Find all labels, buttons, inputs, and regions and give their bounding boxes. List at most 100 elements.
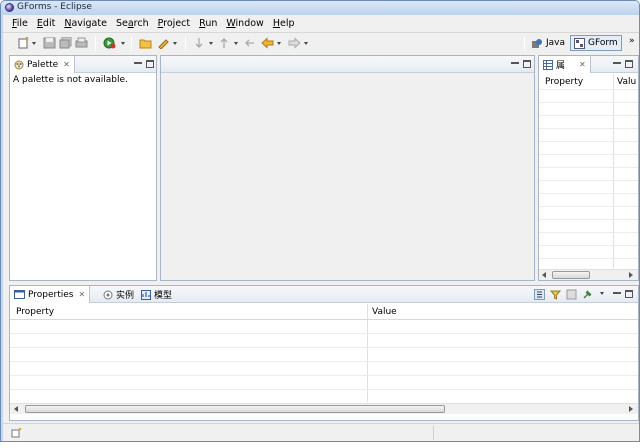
editor-area-header — [161, 56, 534, 73]
horizontal-scrollbar[interactable] — [10, 403, 638, 414]
menu-mnemonic: H — [272, 17, 280, 29]
scroll-left-icon[interactable] — [14, 406, 18, 412]
chevron-down-icon[interactable] — [32, 42, 36, 45]
editor-area — [160, 55, 535, 281]
restore-default-icon[interactable] — [566, 289, 577, 300]
print-icon[interactable] — [75, 37, 88, 49]
pencil-icon[interactable] — [157, 37, 170, 49]
row-divider — [10, 375, 638, 376]
filter-icon[interactable] — [550, 289, 561, 300]
horizontal-scrollbar[interactable] — [539, 269, 638, 280]
status-icon[interactable] — [11, 428, 22, 438]
previous-annotation-icon[interactable] — [218, 37, 231, 49]
open-folder-icon[interactable] — [139, 37, 152, 49]
chevron-down-icon[interactable] — [234, 42, 238, 45]
menu-navigate[interactable]: Navigate — [64, 18, 107, 29]
toolbar-separator — [185, 36, 186, 51]
row-divider — [539, 245, 638, 246]
row-divider — [10, 361, 638, 362]
menu-bar: File Edit Navigate Search Project Run Wi… — [3, 15, 639, 31]
menu-project[interactable]: Project — [158, 18, 191, 29]
toolbar-separator — [524, 36, 525, 51]
save-icon[interactable] — [43, 37, 56, 49]
maximize-icon[interactable] — [146, 60, 154, 68]
workbench: File Edit Navigate Search Project Run Wi… — [3, 15, 639, 441]
back-icon[interactable] — [261, 37, 274, 49]
menu-label: indow — [235, 17, 264, 29]
forward-icon[interactable] — [288, 37, 301, 49]
next-annotation-icon[interactable] — [193, 37, 206, 49]
menu-search[interactable]: Search — [116, 18, 149, 29]
palette-message: A palette is not available. — [13, 75, 128, 85]
perspective-gforms[interactable]: GForm — [570, 35, 622, 51]
toolbar-separator — [131, 36, 132, 51]
scroll-right-icon[interactable] — [629, 406, 633, 412]
row-divider — [539, 193, 638, 194]
tab-model[interactable]: 模型 — [137, 286, 176, 303]
tab-instance[interactable]: 实例 — [99, 286, 138, 303]
column-header-value[interactable]: Value — [372, 307, 397, 317]
menu-run[interactable]: Run — [199, 18, 217, 29]
close-icon[interactable]: ✕ — [78, 290, 85, 299]
more-perspectives-button[interactable]: » — [629, 36, 635, 46]
row-divider — [539, 258, 638, 259]
close-icon[interactable]: ✕ — [579, 60, 586, 69]
row-divider — [539, 102, 638, 103]
minimize-icon[interactable] — [511, 59, 519, 64]
menu-help[interactable]: Help — [273, 18, 295, 29]
tab-instance-label: 实例 — [116, 291, 135, 301]
menu-label: dit — [42, 17, 56, 29]
menu-edit[interactable]: Edit — [37, 18, 55, 29]
view-menu-icon[interactable] — [600, 292, 604, 295]
chevron-down-icon[interactable] — [277, 42, 281, 45]
properties-view-header: Properties ✕ 实例 模型 — [10, 286, 638, 303]
run-icon[interactable] — [103, 37, 116, 49]
save-all-icon[interactable] — [59, 37, 72, 49]
row-divider — [10, 347, 638, 348]
tab-model-label: 模型 — [154, 291, 173, 301]
minimize-icon[interactable] — [134, 59, 142, 64]
pin-icon[interactable] — [582, 289, 593, 300]
properties-view-icon — [14, 290, 25, 299]
column-header-value[interactable]: Valu — [617, 77, 636, 87]
outline-view-header: 属 ✕ — [539, 56, 638, 73]
tab-properties[interactable]: Properties ✕ — [10, 286, 91, 303]
eclipse-window: GForms - Eclipse File Edit Navigate Sear… — [0, 0, 640, 442]
row-divider — [539, 115, 638, 116]
maximize-icon[interactable] — [625, 60, 633, 68]
scrollbar-thumb[interactable] — [552, 271, 590, 279]
chevron-down-icon[interactable] — [121, 42, 125, 45]
close-icon[interactable]: ✕ — [63, 60, 70, 69]
chevron-down-icon[interactable] — [304, 42, 308, 45]
column-header-property[interactable]: Property — [545, 77, 583, 87]
new-icon[interactable] — [17, 37, 30, 49]
maximize-icon[interactable] — [625, 290, 633, 298]
status-bar — [3, 423, 639, 441]
menu-window[interactable]: Window — [226, 18, 263, 29]
chevron-down-icon[interactable] — [209, 42, 213, 45]
menu-label: ile — [16, 17, 28, 29]
tab-properties-label: Properties — [28, 289, 74, 300]
perspective-java[interactable]: Java — [528, 35, 568, 51]
column-header-property[interactable]: Property — [16, 307, 54, 317]
outline-view: 属 ✕ Property Valu — [538, 55, 639, 281]
toolbar-separator — [95, 36, 96, 51]
scrollbar-thumb[interactable] — [25, 405, 445, 413]
maximize-icon[interactable] — [523, 60, 531, 68]
minimize-icon[interactable] — [613, 289, 621, 294]
title-bar: GForms - Eclipse — [1, 1, 639, 15]
tab-palette[interactable]: Palette ✕ — [10, 56, 75, 73]
last-edit-icon[interactable] — [243, 37, 256, 49]
row-divider — [539, 219, 638, 220]
row-divider — [539, 154, 638, 155]
categories-icon[interactable] — [534, 289, 545, 300]
tab-outline-label: 属 — [556, 61, 566, 71]
toolbar: Java GForm » — [3, 32, 639, 54]
tab-properties-outline[interactable]: 属 ✕ — [539, 56, 591, 73]
minimize-icon[interactable] — [613, 59, 621, 64]
scroll-right-icon[interactable] — [629, 272, 633, 278]
row-divider — [539, 232, 638, 233]
menu-file[interactable]: File — [12, 18, 28, 29]
chevron-down-icon[interactable] — [173, 42, 177, 45]
scroll-left-icon[interactable] — [542, 272, 546, 278]
